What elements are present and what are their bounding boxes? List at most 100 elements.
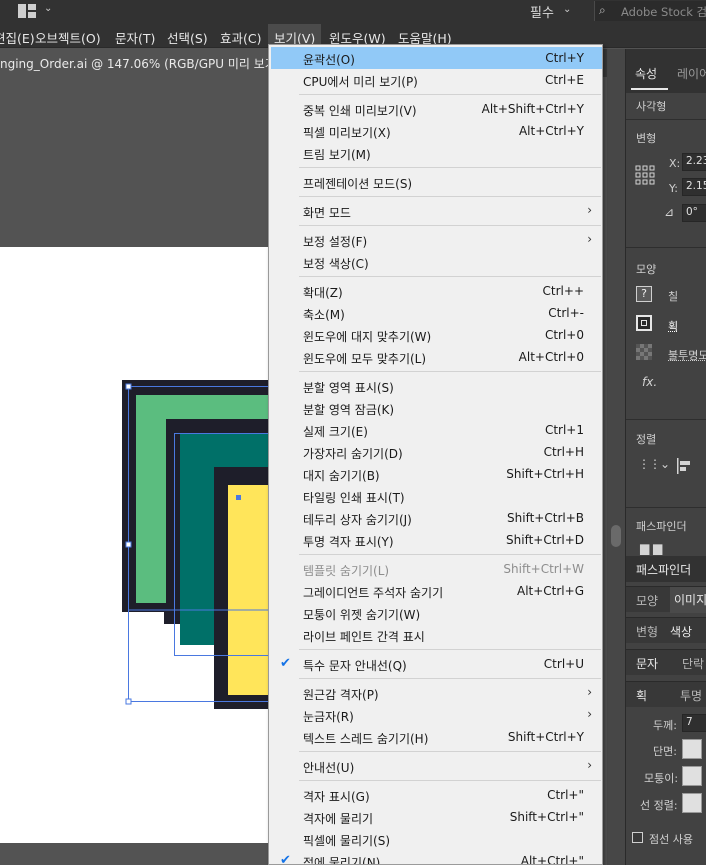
view-menu-item[interactable]: 픽셀 미리보기(X) Alt+Ctrl+Y	[271, 120, 602, 142]
menu-item-label: 투명 격자 표시(Y)	[303, 535, 394, 549]
tab-image[interactable]: 이미지	[670, 587, 706, 613]
align-stroke-center-button[interactable]	[682, 793, 702, 813]
stock-search-input[interactable]: ⌕ Adobe Stock 검색	[594, 1, 706, 21]
rotation-field[interactable]: 0°	[682, 204, 706, 222]
opacity-icon[interactable]	[636, 344, 652, 360]
menu-item-label: 안내선(U)	[303, 761, 355, 775]
search-icon: ⌕	[599, 3, 606, 17]
vertical-scrollbar[interactable]	[607, 49, 625, 865]
view-menu-item[interactable]: 분할 영역 표시(S)	[271, 375, 602, 397]
menu-type[interactable]: 문자(T)	[115, 28, 155, 47]
selection-handle[interactable]	[125, 698, 132, 705]
menu-separator	[299, 196, 601, 197]
view-menu-item[interactable]: 트림 보기(M)	[271, 142, 602, 164]
view-menu-item[interactable]: 그레이디언트 주석자 숨기기 Alt+Ctrl+G	[271, 580, 602, 602]
application-bar: ⌄ 필수 ⌄ ⌕ Adobe Stock 검색	[0, 0, 706, 24]
menu-effect[interactable]: 효과(C)	[220, 28, 261, 47]
view-menu-item[interactable]: 축소(M) Ctrl+-	[271, 302, 602, 324]
menu-select[interactable]: 선택(S)	[167, 28, 208, 47]
menu-item-label: 라이브 페인트 간격 표시	[303, 630, 425, 644]
view-menu-item[interactable]: 투명 격자 표시(Y) Shift+Ctrl+D	[271, 529, 602, 551]
selection-handle[interactable]	[125, 383, 132, 390]
view-menu-item[interactable]: 보정 색상(C)	[271, 251, 602, 273]
view-menu-item[interactable]: 윈도우에 대지 맞추기(W) Ctrl+0	[271, 324, 602, 346]
view-menu-item[interactable]: 안내선(U) ›	[271, 755, 602, 777]
stroke-swatch[interactable]	[636, 315, 652, 331]
menu-edit[interactable]: 편집(E)	[0, 28, 35, 47]
view-menu-item[interactable]: 중복 인쇄 미리보기(V) Alt+Shift+Ctrl+Y	[271, 98, 602, 120]
view-menu-item[interactable]: 확대(Z) Ctrl++	[271, 280, 602, 302]
artboard[interactable]	[0, 247, 270, 843]
tab-paragraph[interactable]: 단락	[682, 655, 704, 672]
view-menu-item[interactable]: 가장자리 숨기기(D) Ctrl+H	[271, 441, 602, 463]
view-menu-item[interactable]: 프레젠테이션 모드(S)	[271, 171, 602, 193]
tab-stroke[interactable]: 획	[636, 687, 647, 704]
menu-object[interactable]: 오브젝트(O)	[35, 28, 101, 47]
view-menu-item[interactable]: 원근감 격자(P) ›	[271, 682, 602, 704]
y-position-field[interactable]: 2.15	[682, 178, 706, 196]
reference-point-icon[interactable]	[635, 165, 655, 185]
view-menu-item[interactable]: 윤곽선(O) Ctrl+Y	[271, 47, 602, 69]
pathfinder-unite-icon[interactable]: ▆ ▆	[640, 541, 662, 555]
view-menu-item[interactable]: 타일링 인쇄 표시(T)	[271, 485, 602, 507]
chevron-down-icon[interactable]: ⌄	[563, 4, 571, 15]
menu-item-label: 프레젠테이션 모드(S)	[303, 177, 413, 191]
opacity-label[interactable]: 불투명도	[668, 347, 706, 363]
align-to-icon[interactable]: ⋮⋮⌄	[638, 457, 670, 471]
tab-appearance[interactable]: 모양	[636, 592, 658, 609]
view-menu-item[interactable]: 텍스트 스레드 숨기기(H) Shift+Ctrl+Y	[271, 726, 602, 748]
view-menu-item[interactable]: 라이브 페인트 간격 표시	[271, 624, 602, 646]
butt-cap-button[interactable]	[682, 739, 702, 759]
stroke-label[interactable]: 획	[668, 318, 678, 334]
chevron-down-icon[interactable]: ⌄	[44, 3, 52, 14]
workspace-switcher[interactable]: 필수	[530, 2, 554, 21]
menu-item-label: 격자 표시(G)	[303, 790, 370, 804]
view-menu-item[interactable]: 격자 표시(G) Ctrl+"	[271, 784, 602, 806]
properties-panel: 속성 레이어 사각형 변형 X: 2.23 Y: 2.15 ⊿ 0° 모양 ? …	[625, 49, 706, 865]
miter-join-button[interactable]	[682, 766, 702, 786]
stroke-weight-field[interactable]: 7	[682, 714, 706, 732]
x-position-field[interactable]: 2.23	[682, 153, 706, 171]
tab-properties[interactable]: 속성	[635, 65, 657, 82]
menu-item-label: 가장자리 숨기기(D)	[303, 447, 403, 461]
scrollbar-thumb[interactable]	[611, 525, 621, 547]
menu-separator	[299, 276, 601, 277]
fill-swatch[interactable]: ?	[636, 286, 652, 302]
align-left-icon[interactable]	[676, 458, 692, 474]
anchor-point[interactable]	[236, 495, 241, 500]
artwork[interactable]	[0, 247, 270, 843]
view-menu-item[interactable]: 분할 영역 잠금(K)	[271, 397, 602, 419]
view-menu-item[interactable]: 윈도우에 모두 맞추기(L) Alt+Ctrl+0	[271, 346, 602, 368]
view-menu-item[interactable]: 테두리 상자 숨기기(J) Shift+Ctrl+B	[271, 507, 602, 529]
document-tab[interactable]: nging_Order.ai @ 147.06% (RGB/GPU 미리 보기)	[0, 49, 281, 77]
selection-handle[interactable]	[125, 541, 132, 548]
view-menu-item[interactable]: 화면 모드 ›	[271, 200, 602, 222]
checkmark-icon: ✔	[280, 656, 291, 671]
view-menu-item[interactable]: 눈금자(R) ›	[271, 704, 602, 726]
workspace-layout-icon[interactable]	[18, 4, 36, 18]
view-menu-item[interactable]: ✔ 점에 물리기(N) Alt+Ctrl+"	[271, 850, 602, 864]
view-menu-item[interactable]: ✔ 특수 문자 안내선(Q) Ctrl+U	[271, 653, 602, 675]
tab-color[interactable]: 색상	[670, 623, 692, 640]
menu-item-shortcut: Ctrl+E	[545, 73, 584, 87]
tab-character[interactable]: 문자	[636, 655, 658, 672]
tab-transparency[interactable]: 투명	[680, 687, 702, 704]
view-menu-item[interactable]: 픽셀에 물리기(S)	[271, 828, 602, 850]
view-menu-item[interactable]: 대지 숨기기(B) Shift+Ctrl+H	[271, 463, 602, 485]
view-menu-item[interactable]: 보정 설정(F) ›	[271, 229, 602, 251]
tab-transform[interactable]: 변형	[636, 623, 658, 640]
view-menu-item[interactable]: CPU에서 미리 보기(P) Ctrl+E	[271, 69, 602, 91]
view-menu-item[interactable]: 모퉁이 위젯 숨기기(W)	[271, 602, 602, 624]
view-menu-item[interactable]: 격자에 물리기 Shift+Ctrl+"	[271, 806, 602, 828]
dashed-line-checkbox[interactable]	[632, 832, 643, 843]
menu-item-label: 픽셀 미리보기(X)	[303, 126, 391, 140]
tab-layers[interactable]: 레이어	[677, 65, 706, 82]
menu-item-shortcut: Ctrl+-	[548, 306, 584, 320]
fx-icon[interactable]: fx.	[642, 375, 657, 389]
menu-separator	[299, 554, 601, 555]
view-menu-item[interactable]: 실제 크기(E) Ctrl+1	[271, 419, 602, 441]
pathfinder-panel-header[interactable]: 패스파인더	[626, 556, 706, 582]
menu-item-label: 모퉁이 위젯 숨기기(W)	[303, 608, 421, 622]
dashed-line-label: 점선 사용	[649, 833, 693, 846]
shape-yellow[interactable]	[228, 485, 270, 695]
